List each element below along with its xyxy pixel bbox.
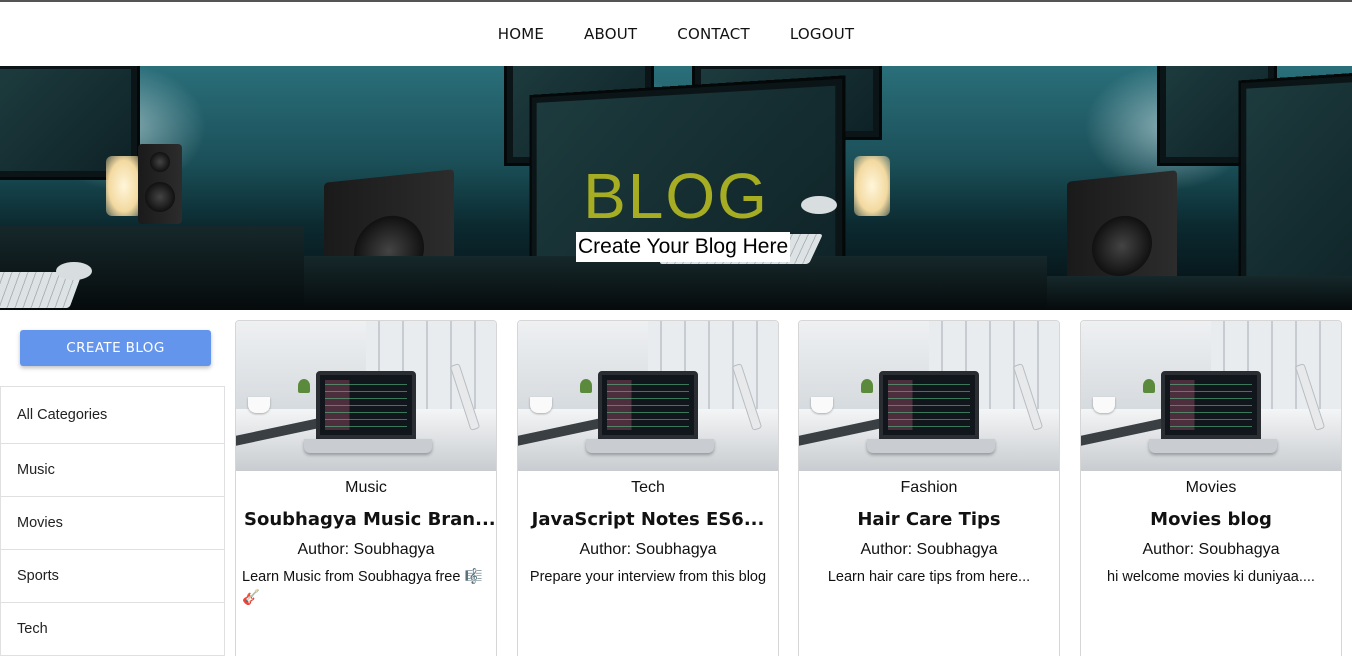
post-card[interactable]: Music Soubhagya Music Bran... Author: So…	[235, 320, 497, 656]
category-item-music[interactable]: Music	[1, 444, 224, 497]
category-list: All Categories Music Movies Sports Tech	[0, 386, 225, 656]
post-description: Learn Music from Soubhagya free 🎼🎸	[242, 569, 483, 606]
hero-banner: BLOG Create Your Blog Here	[0, 66, 1352, 310]
post-thumbnail	[236, 321, 496, 471]
post-author: Author: Soubhagya	[297, 541, 435, 558]
post-title: JavaScript Notes ES6...	[531, 509, 765, 530]
post-description: hi welcome movies ki duniyaa....	[1107, 569, 1315, 585]
post-thumbnail	[1081, 321, 1341, 471]
nav-home-link[interactable]: HOME	[498, 25, 544, 43]
post-card[interactable]: Movies Movies blog Author: Soubhagya hi …	[1080, 320, 1342, 656]
nav-logout-link[interactable]: LOGOUT	[790, 25, 854, 43]
hero-title: BLOG	[583, 160, 769, 232]
category-item-movies[interactable]: Movies	[1, 497, 224, 550]
nav-about-link[interactable]: ABOUT	[584, 25, 637, 43]
post-card[interactable]: Fashion Hair Care Tips Author: Soubhagya…	[798, 320, 1060, 656]
category-item-tech[interactable]: Tech	[1, 603, 224, 656]
post-description: Prepare your interview from this blog	[529, 569, 767, 585]
post-card[interactable]: Tech JavaScript Notes ES6... Author: Sou…	[517, 320, 779, 656]
post-category: Tech	[631, 479, 665, 496]
post-title: Soubhagya Music Bran...	[244, 509, 496, 530]
post-category: Music	[345, 479, 387, 496]
create-blog-button[interactable]: CREATE BLOG	[20, 330, 211, 366]
post-description: Learn hair care tips from here...	[827, 569, 1031, 585]
post-author: Author: Soubhagya	[860, 541, 998, 558]
post-title: Movies blog	[1150, 509, 1272, 530]
hero-subtitle: Create Your Blog Here	[576, 232, 791, 262]
nav-contact-link[interactable]: CONTACT	[677, 25, 750, 43]
category-item-sports[interactable]: Sports	[1, 550, 224, 603]
post-author: Author: Soubhagya	[579, 541, 717, 558]
post-thumbnail	[799, 321, 1059, 471]
post-author: Author: Soubhagya	[1142, 541, 1280, 558]
post-title: Hair Care Tips	[857, 509, 1001, 530]
post-category: Fashion	[900, 479, 958, 496]
category-item-all[interactable]: All Categories	[1, 387, 224, 444]
post-category: Movies	[1185, 479, 1237, 496]
navbar: HOME ABOUT CONTACT LOGOUT	[0, 2, 1352, 66]
post-thumbnail	[518, 321, 778, 471]
